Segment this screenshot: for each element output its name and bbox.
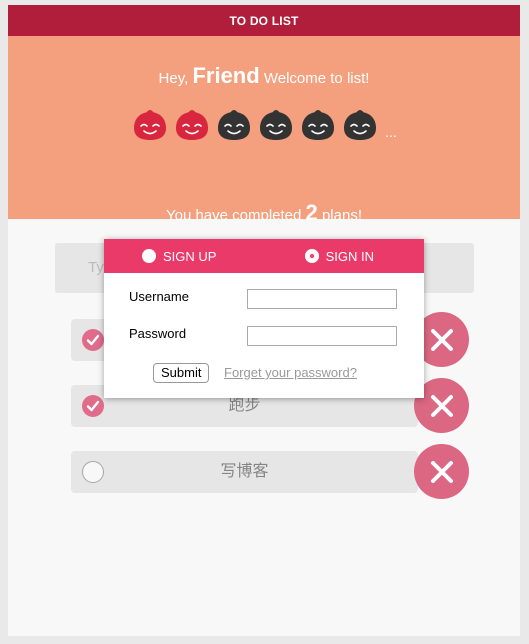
user-name: Friend <box>192 63 260 88</box>
tab-signin[interactable]: SIGN IN <box>304 248 374 264</box>
password-label: Password <box>129 326 187 341</box>
greeting-prefix: Hey, <box>158 70 189 87</box>
radio-checked-icon[interactable] <box>304 249 319 263</box>
forgot-password-link[interactable]: Forget your password? <box>224 365 357 380</box>
smiley-face-icon <box>134 110 167 140</box>
faces-ellipsis: ... <box>385 124 397 140</box>
radio-icon[interactable] <box>142 249 156 263</box>
tab-signup-label: SIGN UP <box>163 248 217 264</box>
progress-faces: ... <box>8 106 520 142</box>
username-label: Username <box>129 289 189 304</box>
auth-modal: SIGN UP SIGN IN Username Password Submit… <box>104 239 424 398</box>
username-field[interactable] <box>247 289 397 309</box>
auth-tabs: SIGN UP SIGN IN <box>104 239 424 273</box>
greeting: Hey, Friend Welcome to list! <box>8 63 520 89</box>
tab-signup[interactable]: SIGN UP <box>142 249 216 264</box>
app-title: TO DO LIST <box>8 5 520 36</box>
smiley-face-icon <box>302 110 335 140</box>
smiley-face-icon <box>344 110 377 140</box>
smiley-face-icon <box>176 110 209 140</box>
greeting-suffix: Welcome to list! <box>263 70 370 87</box>
submit-button[interactable]: Submit <box>153 363 210 383</box>
smiley-face-icon <box>218 110 251 140</box>
tab-signin-label: SIGN IN <box>325 248 374 264</box>
smiley-face-icon <box>260 110 293 140</box>
hero-panel: Hey, Friend Welcome to list! ... You hav… <box>8 36 520 225</box>
password-field[interactable] <box>247 326 397 346</box>
